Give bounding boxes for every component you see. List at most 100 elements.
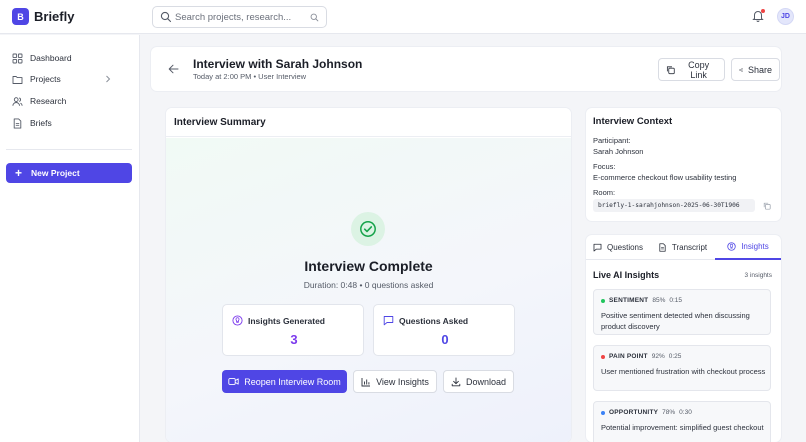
download-icon <box>451 377 461 386</box>
stat-label: Questions Asked <box>399 315 469 326</box>
sidebar-item-label: Projects <box>30 74 61 84</box>
participant-label: Participant: <box>593 136 631 145</box>
interview-header: Interview with Sarah Johnson Today at 2:… <box>151 47 781 91</box>
brand-name[interactable]: Briefly <box>34 9 74 24</box>
message-icon <box>383 316 394 326</box>
copy-link-label: Copy Link <box>688 59 710 80</box>
insight-text: User mentioned frustration with checkout… <box>601 367 766 376</box>
summary-header: Interview Summary <box>166 108 571 137</box>
panel-tabs: Questions Transcript Insights <box>586 235 781 260</box>
message-icon <box>593 243 602 252</box>
search-input[interactable] <box>175 9 305 25</box>
notification-dot <box>761 9 765 13</box>
sidebar-item-briefs[interactable]: Briefs <box>12 116 52 130</box>
sidebar-item-dashboard[interactable]: Dashboard <box>12 51 72 65</box>
lightbulb-icon <box>727 242 736 251</box>
sidebar-item-label: Research <box>30 96 67 106</box>
avatar[interactable]: JD <box>777 8 794 25</box>
insights-generated-stat: Insights Generated 3 <box>222 304 364 356</box>
insight-confidence: 78% <box>662 409 676 416</box>
insight-confidence: 85% <box>652 297 666 304</box>
tab-insights[interactable]: Insights <box>715 235 781 260</box>
document-icon <box>659 243 666 252</box>
view-insights-button[interactable]: View Insights <box>353 370 437 393</box>
sidebar-item-projects[interactable]: Projects <box>12 72 130 86</box>
folder-icon <box>12 75 23 84</box>
summary-body: Interview Complete Duration: 0:48 • 0 qu… <box>166 138 571 442</box>
logo-mark[interactable]: B <box>12 8 29 25</box>
video-icon <box>228 378 239 385</box>
insight-type: SENTIMENT <box>609 297 649 304</box>
back-arrow-icon[interactable] <box>168 64 179 74</box>
check-circle-icon <box>360 221 376 237</box>
new-project-button[interactable]: + New Project <box>6 163 132 183</box>
insights-panel: Questions Transcript Insights Live AI In… <box>586 235 781 442</box>
search-submit-icon[interactable] <box>310 13 319 22</box>
reopen-interview-room-button[interactable]: Reopen Interview Room <box>222 370 347 393</box>
stat-value: 3 <box>290 332 298 347</box>
room-id[interactable]: briefly-1-sarahjohnson-2025-06-30T1906 <box>593 199 755 212</box>
plus-icon: + <box>15 166 23 180</box>
status-dot <box>601 354 605 359</box>
insights-title: Live AI Insights <box>593 270 660 280</box>
download-label: Download <box>465 376 507 387</box>
insight-confidence: 92% <box>651 353 665 360</box>
stat-value: 0 <box>441 332 449 347</box>
complete-badge <box>351 212 385 246</box>
questions-asked-stat: Questions Asked 0 <box>373 304 515 356</box>
interview-summary-card: Interview Summary Interview Complete Dur… <box>166 108 571 442</box>
grid-icon <box>12 53 23 63</box>
sidebar-item-label: Briefs <box>30 118 52 128</box>
sidebar: Dashboard Projects Research Briefs + New… <box>0 35 140 442</box>
page-subtitle: Today at 2:00 PM • User Interview <box>193 72 307 81</box>
insight-text: Potential improvement: simplified guest … <box>601 423 764 432</box>
room-label: Room: <box>593 188 616 197</box>
share-button[interactable]: Share <box>731 58 780 81</box>
insight-type: OPPORTUNITY <box>609 409 659 416</box>
interview-context-card: Interview Context Participant: Sarah Joh… <box>586 108 781 221</box>
lightbulb-icon <box>232 315 243 326</box>
insights-count: 3 insights <box>744 272 772 279</box>
insight-type: PAIN POINT <box>609 353 648 360</box>
participant-value: Sarah Johnson <box>593 147 644 156</box>
insight-time: 0:30 <box>679 409 692 416</box>
bar-chart-icon <box>361 377 371 386</box>
chevron-right-icon[interactable] <box>105 75 111 83</box>
copy-icon <box>666 65 675 74</box>
tab-label: Questions <box>606 243 644 252</box>
page-title: Interview with Sarah Johnson <box>193 57 363 71</box>
focus-label: Focus: <box>593 162 616 171</box>
tab-label: Transcript <box>671 243 708 252</box>
tab-transcript[interactable]: Transcript <box>650 235 715 260</box>
top-bar: B Briefly JD <box>0 0 806 34</box>
insight-text: Positive sentiment detected when discuss… <box>601 311 750 331</box>
duration-text: Duration: 0:48 • 0 questions asked <box>303 280 434 290</box>
search-icon <box>160 11 172 23</box>
users-icon <box>12 96 23 106</box>
sidebar-divider <box>6 149 132 150</box>
new-project-label: New Project <box>31 168 80 178</box>
share-icon <box>739 67 743 72</box>
document-icon <box>13 117 22 129</box>
insight-time: 0:15 <box>669 297 683 304</box>
insight-card[interactable]: PAIN POINT 92% 0:25 User mentioned frust… <box>593 345 771 391</box>
share-label: Share <box>747 64 772 75</box>
reopen-label: Reopen Interview Room <box>244 376 341 387</box>
sidebar-item-research[interactable]: Research <box>12 94 66 108</box>
insight-card[interactable]: SENTIMENT 85% 0:15 Positive sentiment de… <box>593 289 771 335</box>
status-dot <box>601 410 605 415</box>
insight-time: 0:25 <box>668 353 682 360</box>
download-button[interactable]: Download <box>443 370 514 393</box>
tab-label: Insights <box>741 242 769 251</box>
context-heading: Interview Context <box>593 116 673 127</box>
search-box[interactable] <box>152 6 327 28</box>
copy-icon[interactable] <box>763 202 771 210</box>
stat-label: Insights Generated <box>248 315 325 326</box>
tab-questions[interactable]: Questions <box>586 235 650 260</box>
copy-link-button[interactable]: Copy Link <box>658 58 725 81</box>
sidebar-item-label: Dashboard <box>30 53 72 63</box>
view-insights-label: View Insights <box>376 376 429 387</box>
focus-value: E-commerce checkout flow usability testi… <box>593 173 737 182</box>
insight-card[interactable]: OPPORTUNITY 78% 0:30 Potential improveme… <box>593 401 771 442</box>
status-dot <box>601 298 605 303</box>
